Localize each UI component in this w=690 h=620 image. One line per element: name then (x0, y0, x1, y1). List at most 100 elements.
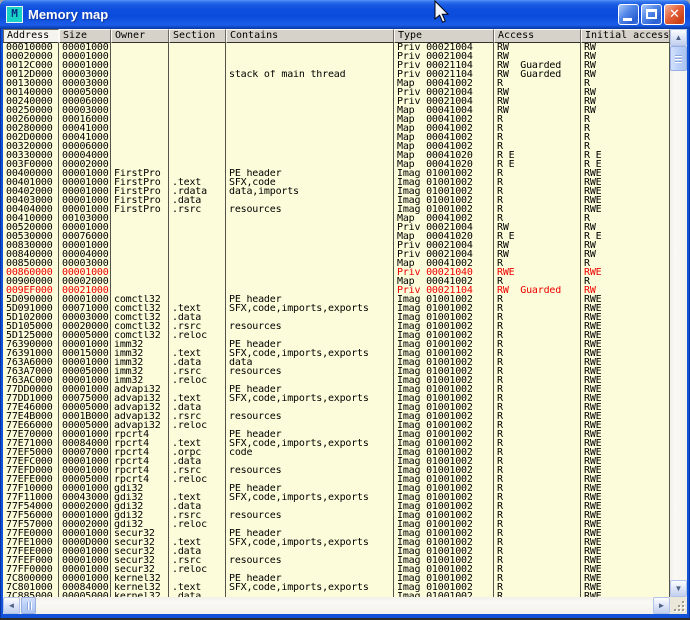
table-row[interactable]: 763A600000001000imm32.datadataImag 01001… (3, 358, 670, 367)
cell-section: .text (169, 394, 226, 403)
column-header-type[interactable]: Type (394, 29, 494, 43)
cell-size: 00103000 (59, 214, 111, 223)
table-row[interactable]: 77F5400000002000gdi32.dataImag 01001002R… (3, 502, 670, 511)
table-row[interactable]: 0052000000001000Priv 00021004RWRW (3, 223, 670, 232)
table-row[interactable]: 0026000000016000Map 00041002RR (3, 115, 670, 124)
table-row[interactable]: 7C80100000084000kernel32.textSFX,code,im… (3, 583, 670, 592)
titlebar[interactable]: M Memory map ✕ (0, 0, 690, 29)
table-row[interactable]: 0040300000001000FirstPro.dataImag 010010… (3, 196, 670, 205)
table-row[interactable]: 0001000000001000Priv 00021004RWRW (3, 43, 670, 52)
table-row[interactable]: 0086000000001000Priv 00021040RWERWE (3, 268, 670, 277)
horizontal-scrollbar[interactable]: ◄ ► (3, 597, 670, 614)
table-row[interactable]: 0014000000005000Priv 00021004RWRW (3, 88, 670, 97)
cell-access: R (494, 376, 581, 385)
column-header-access[interactable]: Access (494, 29, 581, 43)
table-row[interactable]: 77FF000000001000secur32.relocImag 010010… (3, 565, 670, 574)
table-row[interactable]: 77E6600000005000advapi32.relocImag 01001… (3, 421, 670, 430)
cell-type: Priv 00021004 (394, 88, 494, 97)
table-row[interactable]: 77F1000000001000gdi32PE headerImag 01001… (3, 484, 670, 493)
window-m-icon[interactable]: M (6, 6, 23, 23)
cell-initial-access: RW (581, 61, 670, 70)
table-row[interactable]: 0040400000001000FirstPro.rsrcresourcesIm… (3, 205, 670, 214)
cell-section (169, 340, 226, 349)
cell-size: 00001000 (59, 52, 111, 61)
scroll-down-button[interactable]: ▼ (670, 580, 687, 597)
cell-section (169, 106, 226, 115)
table-row[interactable]: 0028000000041000Map 00041002RR (3, 124, 670, 133)
table-row[interactable]: 77DD100000075000advapi32.textSFX,code,im… (3, 394, 670, 403)
table-row[interactable]: 77EFE00000005000rpcrt4.relocImag 0100100… (3, 475, 670, 484)
table-row[interactable]: 5D09100000071000comctl32.textSFX,code,im… (3, 304, 670, 313)
table-row[interactable]: 0040100000001000FirstPro.textSFX,codeIma… (3, 178, 670, 187)
table-row[interactable]: 77FE000000001000secur32PE headerImag 010… (3, 529, 670, 538)
table-row[interactable]: 0040200000001000FirstPro.rdatadata,impor… (3, 187, 670, 196)
table-row[interactable]: 77FEF00000001000secur32.rsrcresourcesIma… (3, 556, 670, 565)
table-row[interactable]: 5D09000000001000comctl32PE headerImag 01… (3, 295, 670, 304)
table-row[interactable]: 0083000000001000Priv 00021004RWRW (3, 241, 670, 250)
resize-grip[interactable] (670, 597, 687, 614)
scroll-up-button[interactable]: ▲ (670, 29, 687, 46)
column-header-contains[interactable]: Contains (226, 29, 394, 43)
table-row[interactable]: 0013000000003000Map 00041002RR (3, 79, 670, 88)
cell-type: Imag 01001002 (394, 502, 494, 511)
column-header-address[interactable]: Address (3, 29, 59, 43)
cell-owner: secur32 (111, 538, 169, 547)
table-row[interactable]: 0053000000076000Map 00041020R ER E (3, 232, 670, 241)
horizontal-scroll-thumb[interactable] (21, 597, 36, 614)
table-row[interactable]: 77EFD00000001000rpcrt4.rsrcresourcesImag… (3, 466, 670, 475)
table-row[interactable]: 7C80000000001000kernel32PE headerImag 01… (3, 574, 670, 583)
cell-owner: secur32 (111, 565, 169, 574)
table-row[interactable]: 763A700000005000imm32.rsrcresourcesImag … (3, 367, 670, 376)
table-row[interactable]: 0085000000003000Map 00041002RR (3, 259, 670, 268)
table-row[interactable]: 009EF00000021000Priv 00021104RW GuardedR… (3, 286, 670, 295)
table-row[interactable]: 003F000000002000Map 00041020R ER E (3, 160, 670, 169)
table-row[interactable]: 0002000000001000Priv 00021004RWRW (3, 52, 670, 61)
table-row[interactable]: 77F5600000001000gdi32.rsrcresourcesImag … (3, 511, 670, 520)
table-row[interactable]: 763AC00000001000imm32.relocImag 01001002… (3, 376, 670, 385)
table-row[interactable]: 7639000000001000imm32PE headerImag 01001… (3, 340, 670, 349)
table-row[interactable]: 0040000000001000FirstProPE headerImag 01… (3, 169, 670, 178)
vertical-scrollbar[interactable]: ▲ ▼ (670, 29, 687, 597)
column-header-initial-access[interactable]: Initial access (581, 29, 670, 43)
scroll-left-button[interactable]: ◄ (3, 597, 20, 614)
table-row[interactable]: 77EF500000007000rpcrt4.orpccodeImag 0100… (3, 448, 670, 457)
table-row[interactable]: 0032000000006000Map 00041002RR (3, 142, 670, 151)
table-row[interactable]: 0025000000003000Map 00041004RWRW (3, 106, 670, 115)
table-row[interactable]: 77EFC00000001000rpcrt4.dataImag 01001002… (3, 457, 670, 466)
table-row[interactable]: 77E7000000001000rpcrt4PE headerImag 0100… (3, 430, 670, 439)
table-row[interactable]: 0090000000002000Map 00041002RR (3, 277, 670, 286)
table-row[interactable]: 77E4B0000001B000advapi32.rsrcresourcesIm… (3, 412, 670, 421)
vertical-scroll-thumb[interactable] (670, 46, 687, 71)
cell-contains: SFX,code,imports,exports (226, 583, 394, 592)
cell-type: Imag 01001002 (394, 439, 494, 448)
cell-access: R (494, 277, 581, 286)
column-header-size[interactable]: Size (59, 29, 111, 43)
close-button[interactable]: ✕ (664, 4, 685, 25)
table-row[interactable]: 77F5700000002000gdi32.relocImag 01001002… (3, 520, 670, 529)
table-row[interactable]: 0033000000004000Map 00041020R ER E (3, 151, 670, 160)
table-row[interactable]: 5D12500000005000comctl32.relocImag 01001… (3, 331, 670, 340)
table-row[interactable]: 77F1100000043000gdi32.textSFX,code,impor… (3, 493, 670, 502)
table-row[interactable]: 77DD000000001000advapi32PE headerImag 01… (3, 385, 670, 394)
table-row[interactable]: 5D10200000003000comctl32.dataImag 010010… (3, 313, 670, 322)
table-row[interactable]: 0041000000103000Map 00041002RR (3, 214, 670, 223)
table-row[interactable]: 77E7100000084000rpcrt4.textSFX,code,impo… (3, 439, 670, 448)
table-row[interactable]: 77FE10000000D000secur32.textSFX,code,imp… (3, 538, 670, 547)
table-row[interactable]: 0084000000004000Priv 00021004RWRW (3, 250, 670, 259)
table-row[interactable]: 002D000000041000Map 00041002RR (3, 133, 670, 142)
cell-type: Imag 01001002 (394, 349, 494, 358)
maximize-button[interactable] (641, 4, 662, 25)
column-header-owner[interactable]: Owner (111, 29, 169, 43)
table-row[interactable]: 0024000000006000Priv 00021004RWRW (3, 97, 670, 106)
table-row[interactable]: 77E4600000005000advapi32.dataImag 010010… (3, 403, 670, 412)
column-header-section[interactable]: Section (169, 29, 226, 43)
cell-address: 00401000 (3, 178, 59, 187)
cell-address: 5D102000 (3, 313, 59, 322)
table-row[interactable]: 77FEE00000001000secur32.dataImag 0100100… (3, 547, 670, 556)
scroll-right-button[interactable]: ► (653, 597, 670, 614)
minimize-button[interactable] (618, 4, 639, 25)
table-row[interactable]: 0012C00000001000Priv 00021104RW GuardedR… (3, 61, 670, 70)
table-row[interactable]: 7639100000015000imm32.textSFX,code,impor… (3, 349, 670, 358)
table-row[interactable]: 0012D00000003000stack of main threadPriv… (3, 70, 670, 79)
table-row[interactable]: 5D10500000020000comctl32.rsrcresourcesIm… (3, 322, 670, 331)
